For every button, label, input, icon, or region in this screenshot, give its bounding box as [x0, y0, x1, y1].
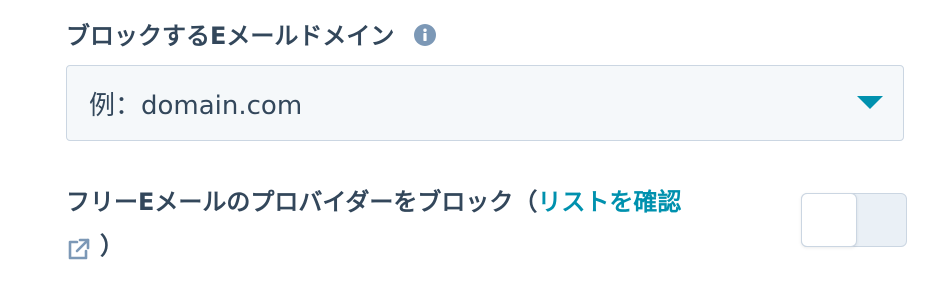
info-circle-icon[interactable]	[414, 24, 437, 46]
blocked-domains-placeholder: 例：domain.com	[89, 90, 303, 121]
free-email-block-label: フリーEメールのプロバイダーをブロック（リストを確認 ）	[66, 180, 786, 268]
free-email-label-suffix: ）	[100, 232, 124, 260]
blocked-domains-label-row: ブロックするEメールドメイン	[66, 14, 437, 52]
external-link-icon[interactable]	[66, 232, 92, 260]
free-email-block-toggle[interactable]	[801, 193, 907, 247]
blocked-domains-select[interactable]: 例：domain.com	[66, 65, 904, 141]
free-email-label-prefix: フリーEメールのプロバイダーをブロック（	[66, 188, 538, 216]
view-list-link[interactable]: リストを確認	[537, 188, 681, 216]
blocked-domains-label: ブロックするEメールドメイン	[66, 21, 395, 50]
toggle-knob[interactable]	[801, 193, 857, 247]
